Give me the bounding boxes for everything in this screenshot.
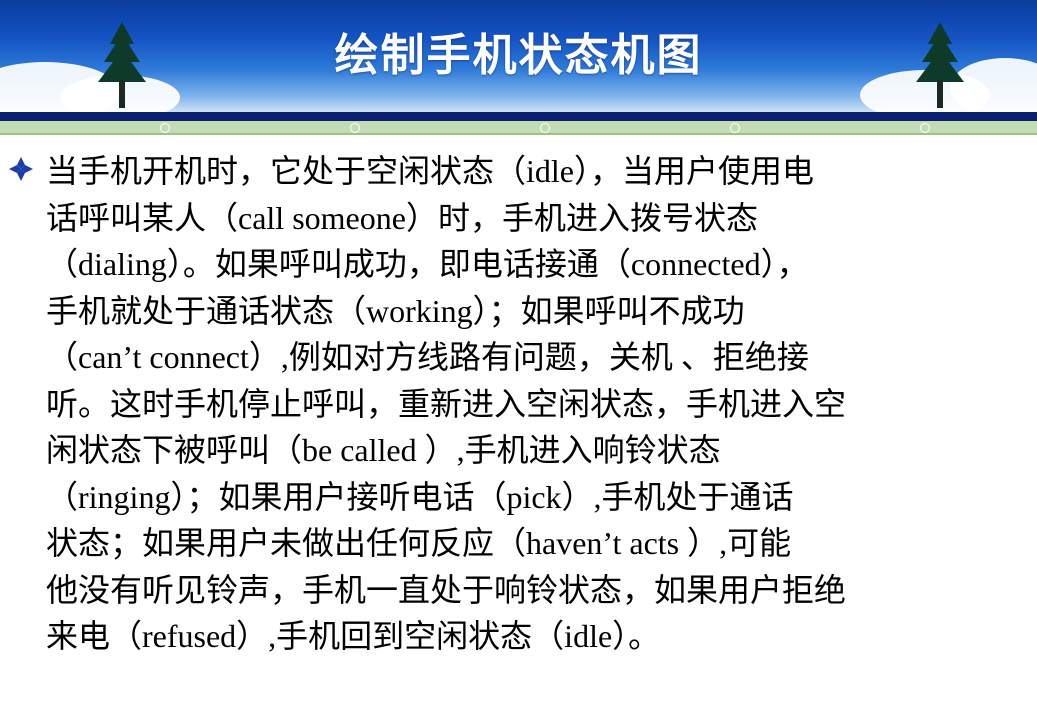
text-line: 听。这时手机停止呼叫，重新进入空闲状态，手机进入空 — [46, 385, 847, 422]
text-line: 当手机开机时，它处于空闲状态（idle），当用户使用电 — [46, 153, 814, 189]
text-line: 来电（refused）,手机回到空闲状态（idle）。 — [46, 618, 661, 654]
text-line: 他没有听见铃声，手机一直处于响铃状态，如果用户拒绝 — [46, 571, 847, 608]
slide-header: 绘制手机状态机图 — [0, 0, 1037, 112]
stripe-dot — [350, 123, 360, 133]
stripe-dot — [920, 123, 930, 133]
text-line: （can’t connect）,例如对方线路有问题，关机 、拒绝接 — [46, 339, 809, 375]
text-line: 话呼叫某人（call someone）时，手机进入拨号状态 — [46, 199, 758, 236]
text-line: 手机就处于通话状态（working）；如果呼叫不成功 — [46, 292, 745, 329]
stripe-dot — [160, 123, 170, 133]
decorative-stripe — [0, 121, 1037, 133]
header-divider — [0, 112, 1037, 121]
diamond-bullet-icon — [9, 157, 33, 181]
slide-title: 绘制手机状态机图 — [334, 30, 703, 81]
body-paragraph: 当手机开机时，它处于空闲状态（idle），当用户使用电 话呼叫某人（call s… — [46, 148, 1031, 660]
stripe-dot — [540, 123, 550, 133]
stripe-dot — [730, 123, 740, 133]
text-line: 闲状态下被呼叫（be called ）,手机进入响铃状态 — [46, 432, 721, 468]
decorative-line — [0, 133, 1037, 135]
text-line: （dialing）。如果呼叫成功，即电话接通（connected）， — [46, 246, 809, 282]
text-line: 状态；如果用户未做出任何反应（haven’t acts ）,可能 — [46, 525, 792, 561]
text-line: （ringing）；如果用户接听电话（pick）,手机处于通话 — [46, 478, 794, 515]
